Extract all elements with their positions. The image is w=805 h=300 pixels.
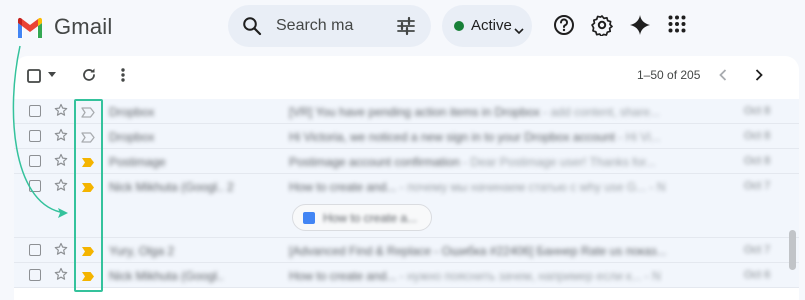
snippet-text: - почему мы начинаем статью с why use G.… bbox=[399, 180, 666, 194]
snippet-text: - Hi Vi... bbox=[614, 130, 661, 144]
search-input[interactable] bbox=[276, 15, 371, 37]
help-icon[interactable] bbox=[553, 14, 575, 36]
select-dropdown-icon[interactable] bbox=[48, 72, 56, 78]
email-sender: Nick Mikhuta (Googl.. 2 bbox=[109, 180, 234, 194]
snippet-text: - Dear Postimage user! Thanks for... bbox=[459, 155, 656, 169]
subject-text: Hi Victoria, we noticed a new sign in to… bbox=[289, 130, 615, 144]
next-page-icon[interactable] bbox=[755, 69, 763, 81]
subject-text: [Advanced Find & Replace - Ошибка #22406… bbox=[289, 244, 667, 258]
subject-text: Postimage account confirmation bbox=[289, 155, 460, 169]
attachment-label: How to create a... bbox=[323, 211, 418, 225]
email-row[interactable]: Yury, Olga 2 [Advanced Find & Replace - О… bbox=[14, 238, 799, 263]
row-checkbox[interactable] bbox=[29, 269, 41, 281]
email-subject: How to create and... - нужно пояснить за… bbox=[289, 269, 693, 283]
mail-toolbar: 1–50 of 205 bbox=[14, 56, 799, 96]
subject-text: How to create and... bbox=[289, 180, 400, 194]
email-subject: How to create and... - почему мы начинае… bbox=[289, 180, 693, 194]
snippet-text: - add content, share... bbox=[539, 105, 660, 119]
more-options-icon[interactable] bbox=[121, 67, 125, 83]
star-icon[interactable] bbox=[54, 128, 68, 147]
app-name: Gmail bbox=[54, 14, 113, 39]
email-row[interactable]: Dropbox [VR] You have pending action item… bbox=[14, 99, 799, 124]
email-date: Oct 7 bbox=[744, 244, 771, 256]
gmail-m-icon bbox=[16, 16, 44, 38]
status-selector[interactable]: Active bbox=[442, 5, 532, 47]
email-sender: Dropbox bbox=[109, 105, 155, 119]
email-date: Oct 8 bbox=[744, 155, 771, 167]
email-row[interactable]: Nick Mikhuta (Googl.. How to create and..… bbox=[14, 263, 799, 288]
expanded-attachment-row: How to create a... bbox=[14, 198, 799, 238]
gemini-icon[interactable] bbox=[629, 14, 651, 36]
gmail-logo[interactable]: Gmail bbox=[16, 14, 112, 40]
star-icon[interactable] bbox=[54, 103, 68, 122]
email-sender: Nick Mikhuta (Googl.. bbox=[109, 269, 224, 283]
row-checkbox[interactable] bbox=[29, 105, 41, 117]
email-date: Oct 6 bbox=[744, 269, 771, 281]
email-subject: Postimage account confirmation - Dear Po… bbox=[289, 155, 693, 169]
star-icon[interactable] bbox=[54, 242, 68, 261]
subject-text: [VR] You have pending action items in Dr… bbox=[289, 105, 540, 119]
status-label: Active bbox=[471, 17, 512, 34]
importance-column-highlight bbox=[74, 99, 103, 292]
search-options-icon[interactable] bbox=[396, 16, 416, 41]
row-checkbox[interactable] bbox=[29, 180, 41, 192]
settings-icon[interactable] bbox=[591, 14, 613, 36]
email-sender: Postimage bbox=[109, 155, 166, 169]
snippet-text: - нужно пояснить зачем, например если к.… bbox=[399, 269, 661, 283]
email-sender: Yury, Olga 2 bbox=[109, 244, 175, 258]
email-subject: Hi Victoria, we noticed a new sign in to… bbox=[289, 130, 693, 144]
refresh-icon[interactable] bbox=[81, 67, 97, 83]
email-date: Oct 7 bbox=[744, 180, 771, 192]
search-icon[interactable] bbox=[242, 16, 262, 41]
email-row[interactable]: Dropbox Hi Victoria, we noticed a new sig… bbox=[14, 124, 799, 149]
email-subject: [Advanced Find & Replace - Ошибка #22406… bbox=[289, 244, 693, 258]
email-date: Oct 8 bbox=[744, 130, 771, 142]
top-header: Gmail Active bbox=[0, 0, 805, 52]
prev-page-icon[interactable] bbox=[719, 69, 727, 81]
row-checkbox[interactable] bbox=[29, 244, 41, 256]
email-sender: Dropbox bbox=[109, 130, 155, 144]
row-checkbox[interactable] bbox=[29, 155, 41, 167]
search-bar[interactable] bbox=[228, 5, 431, 47]
attachment-chip[interactable]: How to create a... bbox=[292, 204, 432, 231]
select-all-checkbox[interactable] bbox=[27, 69, 41, 83]
star-icon[interactable] bbox=[54, 267, 68, 286]
star-icon[interactable] bbox=[54, 153, 68, 172]
scrollbar-thumb[interactable] bbox=[789, 230, 796, 270]
email-row[interactable]: Nick Mikhuta (Googl.. 2 How to create and… bbox=[14, 174, 799, 199]
status-dot bbox=[454, 21, 464, 31]
chevron-down-icon bbox=[514, 22, 524, 40]
email-date: Oct 8 bbox=[744, 105, 771, 117]
row-checkbox[interactable] bbox=[29, 130, 41, 142]
doc-icon bbox=[303, 212, 315, 224]
email-subject: [VR] You have pending action items in Dr… bbox=[289, 105, 693, 119]
apps-grid-icon[interactable] bbox=[667, 14, 687, 34]
subject-text: How to create and... bbox=[289, 269, 400, 283]
star-icon[interactable] bbox=[54, 178, 68, 197]
page-range: 1–50 of 205 bbox=[637, 68, 701, 82]
email-row[interactable]: Postimage Postimage account confirmation … bbox=[14, 149, 799, 174]
